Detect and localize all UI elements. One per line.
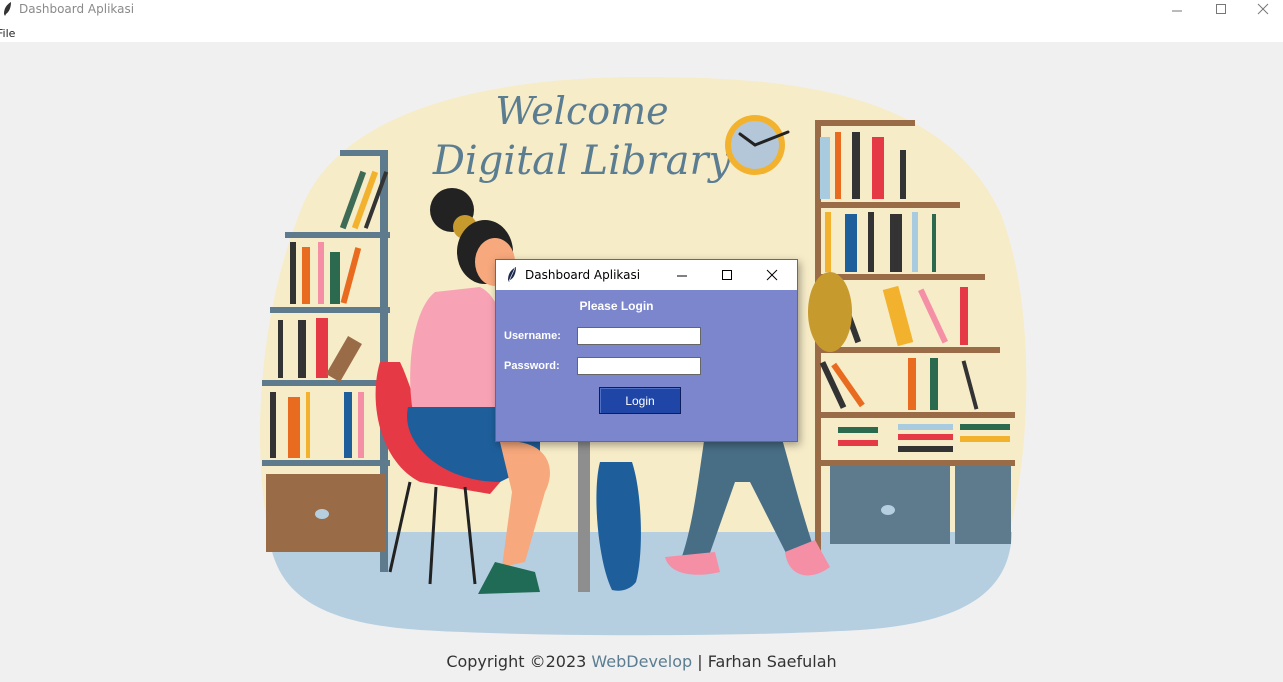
close-icon — [1257, 3, 1269, 15]
welcome-line1: Welcome — [495, 89, 668, 133]
close-button[interactable] — [1240, 0, 1283, 18]
minimize-icon — [677, 275, 687, 277]
copyright-footer: Copyright ©2023 WebDevelop | Farhan Saef… — [0, 652, 1283, 671]
dialog-heading: Please Login — [579, 299, 654, 313]
minimize-button[interactable] — [1154, 0, 1200, 18]
window-title: Dashboard Aplikasi — [19, 2, 135, 16]
dialog-maximize-button[interactable] — [705, 260, 749, 290]
password-label: Password: — [504, 360, 560, 372]
main-titlebar[interactable]: Dashboard Aplikasi — [0, 0, 1283, 18]
username-label: Username: — [504, 330, 561, 342]
menubar: File — [0, 18, 1283, 42]
dialog-title: Dashboard Aplikasi — [525, 268, 641, 282]
feather-icon — [508, 267, 516, 282]
welcome-line2: Digital Library — [432, 138, 733, 184]
maximize-button[interactable] — [1198, 0, 1244, 18]
dialog-close-button[interactable] — [750, 260, 794, 290]
close-icon — [766, 269, 778, 281]
maximize-icon — [1216, 4, 1226, 14]
login-button[interactable]: Login — [599, 387, 681, 414]
password-input[interactable] — [577, 357, 701, 375]
menu-file[interactable]: File — [0, 27, 15, 40]
maximize-icon — [722, 270, 732, 280]
footer-link[interactable]: WebDevelop — [591, 652, 692, 671]
username-input[interactable] — [577, 327, 701, 345]
dialog-titlebar[interactable]: Dashboard Aplikasi — [496, 260, 797, 290]
copyright-prefix: Copyright ©2023 — [446, 652, 592, 671]
dialog-minimize-button[interactable] — [660, 260, 704, 290]
copyright-suffix: | Farhan Saefulah — [692, 652, 837, 671]
login-dialog: Dashboard Aplikasi Please Login Username… — [495, 259, 798, 442]
minimize-icon — [1172, 10, 1182, 12]
feather-icon — [4, 2, 11, 16]
